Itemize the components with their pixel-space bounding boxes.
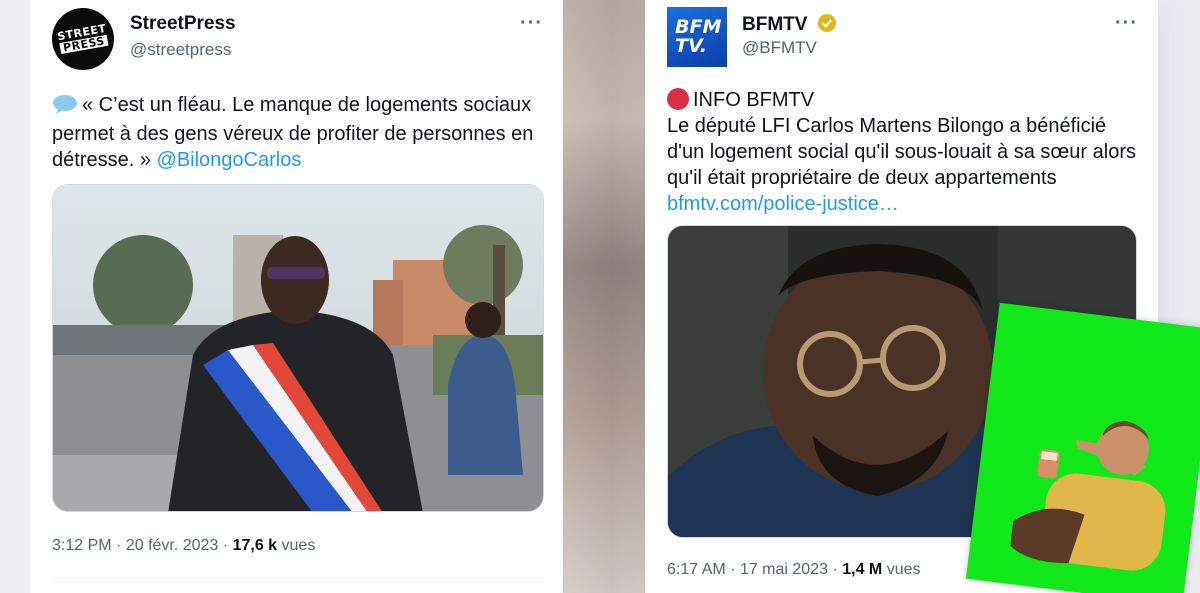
tweet-photo[interactable]	[52, 184, 544, 512]
tweet-time[interactable]: 6:17 AM	[667, 561, 726, 578]
verified-badge-icon	[817, 13, 837, 33]
meme-sticker	[965, 302, 1200, 593]
headline-text: INFO BFMTV	[693, 89, 815, 111]
views-label: vues	[886, 561, 921, 578]
divider	[52, 578, 544, 579]
views-count: 1,4 M	[842, 561, 883, 578]
tweet-card-streetpress: STREET PRESS StreetPress @streetpress ··…	[30, 0, 563, 593]
author-name-text: BFMTV	[742, 14, 808, 35]
views-count: 17,6 k	[232, 537, 278, 554]
views-label: vues	[281, 537, 316, 554]
author-handle[interactable]: @BFMTV	[742, 38, 817, 58]
tweet-date[interactable]: 20 févr. 2023	[126, 537, 219, 554]
tweet-time[interactable]: 3:12 PM	[52, 537, 112, 554]
meta-separator: ·	[222, 537, 229, 554]
mention-link[interactable]: @BilongoCarlos	[157, 149, 302, 171]
red-circle-icon	[667, 88, 689, 110]
meta-separator: ·	[832, 561, 838, 578]
tweet-text: « C’est un fléau. Le manque de logements…	[52, 92, 542, 173]
tweet-date[interactable]: 17 mai 2023	[740, 561, 828, 578]
avatar-line-2: TV.	[675, 35, 707, 57]
article-link[interactable]: bfmtv.com/police-justice…	[667, 193, 899, 215]
tweet-text: INFO BFMTV Le député LFI Carlos Martens …	[667, 87, 1147, 217]
author-name[interactable]: BFMTV	[742, 13, 837, 36]
tweet-headline: INFO BFMTV	[667, 87, 1147, 113]
avatar[interactable]: STREET PRESS	[47, 3, 119, 75]
avatar[interactable]: BFM TV.	[667, 7, 727, 67]
meta-separator: ·	[116, 537, 122, 554]
speech-bubble-icon	[52, 94, 78, 121]
tweet-meta: 6:17 AM · 17 mai 2023 · 1,4 M vues	[667, 561, 921, 579]
more-options-icon[interactable]: ···	[1115, 12, 1138, 35]
meta-separator: ·	[730, 561, 736, 578]
more-options-icon[interactable]: ···	[520, 12, 543, 35]
tweet-meta: 3:12 PM · 20 févr. 2023 · 17,6 k vues	[52, 537, 315, 555]
author-name[interactable]: StreetPress	[130, 13, 236, 35]
tweet-body: Le député LFI Carlos Martens Bilongo a b…	[667, 115, 1136, 189]
author-handle[interactable]: @streetpress	[130, 40, 231, 60]
